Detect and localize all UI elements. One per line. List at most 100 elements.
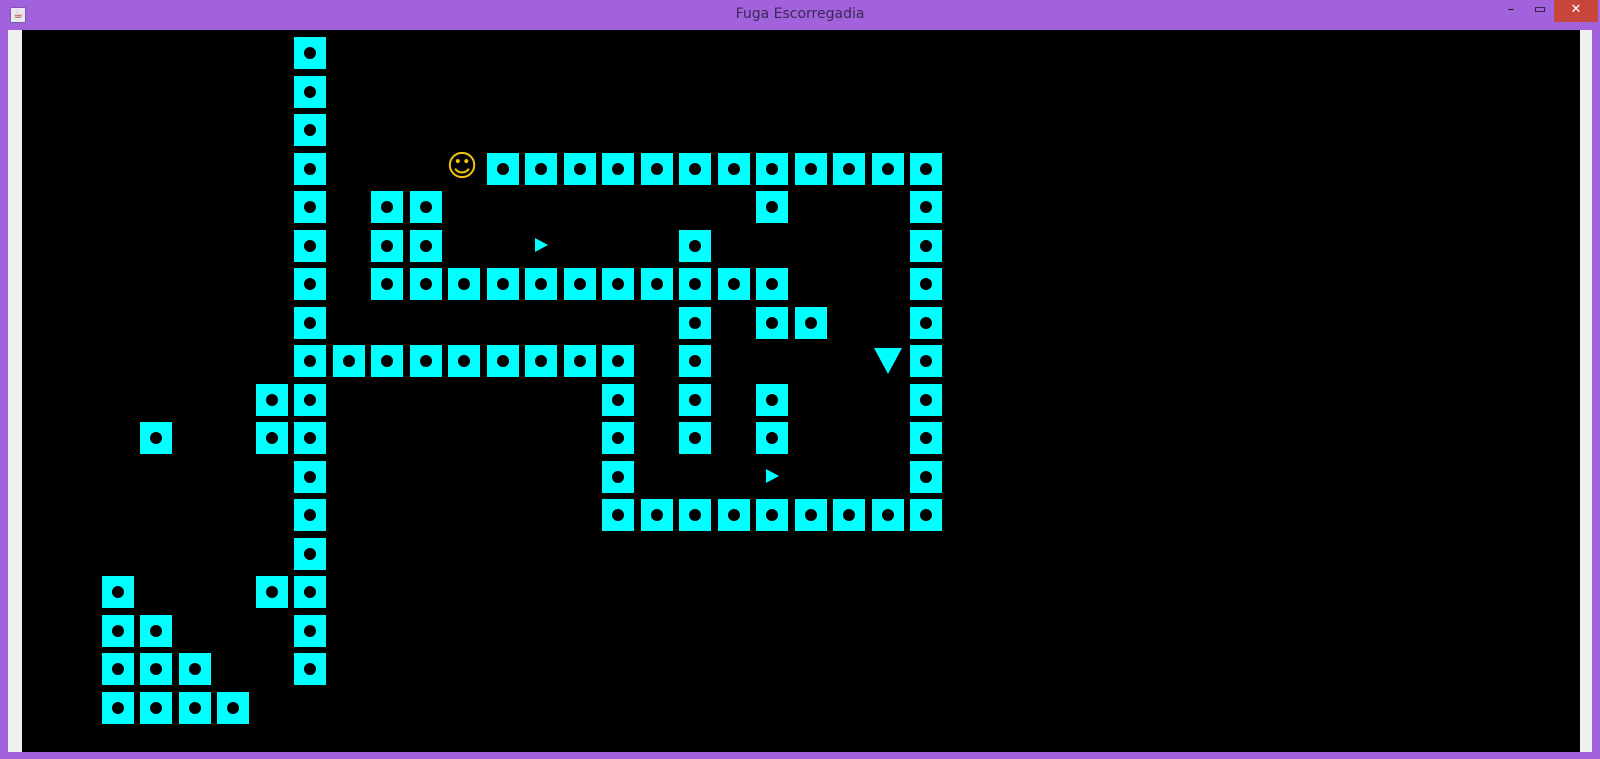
wall-tile — [717, 499, 750, 531]
wall-tile — [679, 422, 711, 454]
wall-tile — [756, 191, 788, 223]
wall-tile — [371, 345, 403, 377]
wall-tile — [294, 499, 326, 531]
wall-tile — [294, 37, 326, 69]
wall-tile — [101, 653, 134, 685]
wall-tile — [371, 268, 403, 300]
enemy-triangle-right-icon — [535, 237, 548, 252]
wall-tile — [602, 268, 634, 300]
wall-tile — [563, 345, 596, 377]
wall-tile — [910, 306, 942, 339]
wall-tile — [910, 152, 942, 185]
wall-tile — [294, 614, 326, 647]
wall-tile — [794, 306, 827, 339]
title-bar[interactable]: ☕ Fuga Escorregadia – ▭ ✕ — [0, 0, 1600, 30]
wall-tile — [833, 499, 865, 531]
wall-tile — [602, 152, 634, 185]
wall-tile — [217, 691, 249, 724]
close-button[interactable]: ✕ — [1554, 0, 1598, 22]
wall-tile — [294, 152, 326, 185]
wall-tile — [486, 152, 519, 185]
wall-tile — [294, 537, 326, 570]
wall-tile — [448, 345, 480, 377]
wall-tile — [756, 306, 788, 339]
wall-tile — [679, 345, 711, 377]
wall-tile — [294, 383, 326, 416]
wall-tile — [294, 460, 326, 493]
wall-tile — [294, 306, 326, 339]
wall-tile — [679, 268, 711, 300]
wall-tile — [910, 191, 942, 223]
wall-tile — [756, 499, 788, 531]
wall-tile — [409, 191, 442, 223]
window-frame-right — [1580, 30, 1592, 752]
wall-tile — [140, 614, 172, 647]
maximize-button[interactable]: ▭ — [1526, 0, 1554, 22]
wall-tile — [255, 383, 288, 416]
wall-tile — [525, 152, 557, 185]
wall-tile — [255, 576, 288, 608]
wall-tile — [294, 191, 326, 223]
wall-tile — [640, 499, 673, 531]
wall-tile — [101, 691, 134, 724]
wall-tile — [563, 268, 596, 300]
wall-tile — [486, 345, 519, 377]
wall-tile — [294, 229, 326, 262]
wall-tile — [910, 460, 942, 493]
wall-tile — [794, 152, 827, 185]
window-title: Fuga Escorregadia — [735, 6, 865, 22]
wall-tile — [294, 114, 326, 146]
wall-tile — [294, 268, 326, 300]
wall-tile — [448, 268, 480, 300]
wall-tile — [910, 422, 942, 454]
wall-tile — [833, 152, 865, 185]
wall-tile — [602, 345, 634, 377]
wall-tile — [910, 499, 942, 531]
wall-tile — [140, 653, 172, 685]
window-frame-left — [8, 30, 22, 752]
wall-tile — [140, 691, 172, 724]
wall-tile — [371, 191, 403, 223]
wall-tile — [332, 345, 365, 377]
game-board[interactable]: ☺ — [22, 30, 1580, 752]
wall-tile — [294, 576, 326, 608]
wall-tile — [640, 152, 673, 185]
wall-tile — [756, 383, 788, 416]
wall-tile — [756, 152, 788, 185]
wall-tile — [756, 422, 788, 454]
wall-tile — [101, 576, 134, 608]
wall-tile — [486, 268, 519, 300]
wall-tile — [717, 268, 750, 300]
player-smiley-icon: ☺ — [446, 148, 478, 184]
wall-tile — [640, 268, 673, 300]
wall-tile — [409, 345, 442, 377]
wall-tile — [294, 653, 326, 685]
wall-tile — [602, 460, 634, 493]
wall-tile — [294, 422, 326, 454]
wall-tile — [525, 268, 557, 300]
enemy-triangle-right-icon — [766, 468, 779, 483]
wall-tile — [679, 229, 711, 262]
wall-tile — [679, 306, 711, 339]
wall-tile — [910, 268, 942, 300]
wall-tile — [602, 383, 634, 416]
wall-tile — [871, 152, 904, 185]
wall-tile — [409, 268, 442, 300]
wall-tile — [178, 653, 211, 685]
wall-tile — [563, 152, 596, 185]
wall-tile — [717, 152, 750, 185]
wall-tile — [525, 345, 557, 377]
wall-tile — [679, 152, 711, 185]
wall-tile — [101, 614, 134, 647]
wall-tile — [910, 345, 942, 377]
wall-tile — [679, 383, 711, 416]
wall-tile — [294, 345, 326, 377]
wall-tile — [602, 499, 634, 531]
wall-tile — [910, 229, 942, 262]
enemy-triangle-down-icon — [873, 348, 902, 374]
wall-tile — [178, 691, 211, 724]
minimize-button[interactable]: – — [1497, 0, 1525, 22]
wall-tile — [910, 383, 942, 416]
wall-tile — [679, 499, 711, 531]
wall-tile — [371, 229, 403, 262]
